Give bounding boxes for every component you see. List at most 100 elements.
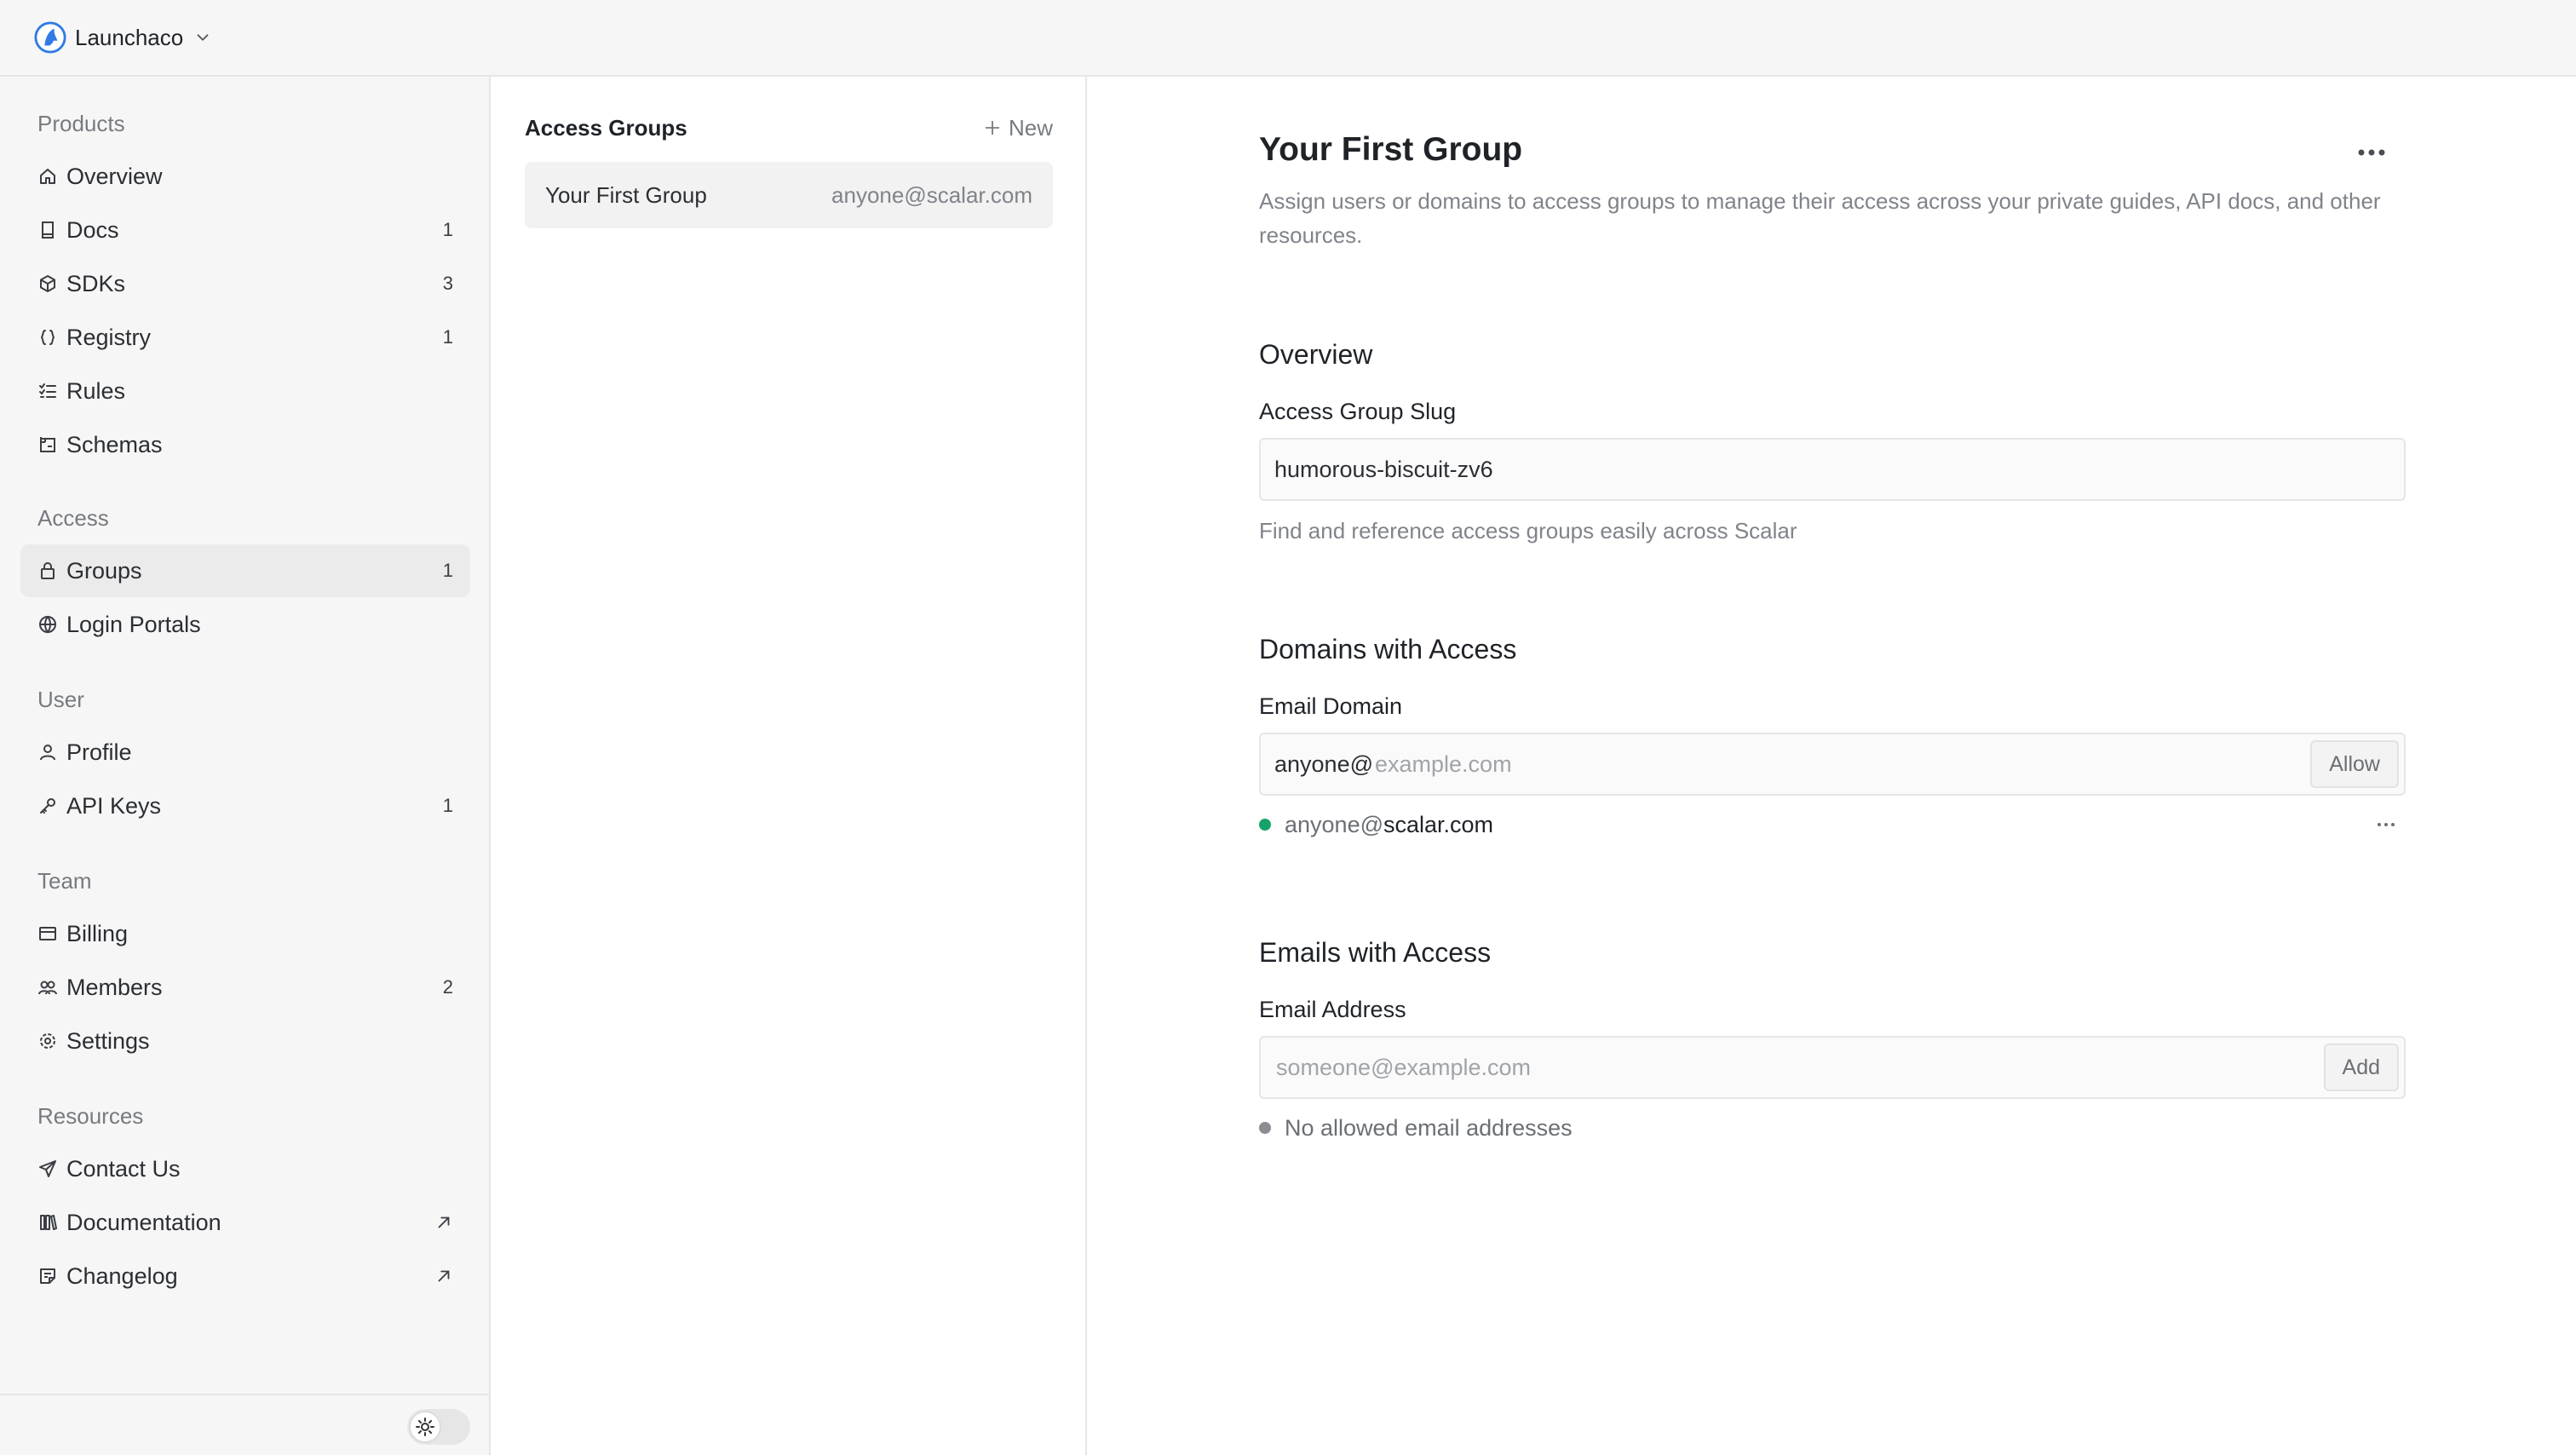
email-address-input[interactable]	[1274, 1038, 2324, 1097]
top-bar: Launchaco	[0, 0, 2576, 77]
group-email: anyone@scalar.com	[831, 181, 1032, 208]
schema-icon	[40, 437, 55, 452]
plus-icon	[985, 120, 1000, 135]
chevron-down-icon	[197, 34, 209, 41]
section-title-team: Team	[37, 868, 92, 894]
status-dot	[1259, 819, 1271, 831]
theme-toggle-knob	[409, 1411, 441, 1443]
sidebar-item-count: 2	[442, 976, 453, 998]
external-link-icon	[438, 1216, 450, 1228]
section-title-access: Access	[37, 505, 109, 531]
sidebar-item-docs[interactable]: Docs 1	[20, 204, 470, 256]
sidebar-item-label: Documentation	[66, 1209, 221, 1235]
theme-toggle[interactable]	[407, 1409, 470, 1445]
domains-heading: Domains with Access	[1259, 634, 1517, 664]
sidebar-item-changelog[interactable]: Changelog	[20, 1250, 470, 1303]
allow-button[interactable]: Allow	[2310, 740, 2399, 788]
gear-icon	[40, 1033, 55, 1049]
sidebar-item-label: Rules	[66, 377, 126, 404]
sidebar-item-login-portals[interactable]: Login Portals	[20, 598, 470, 651]
section-title-products: Products	[37, 111, 125, 136]
sidebar-item-schemas[interactable]: Schemas	[20, 418, 470, 471]
sidebar-item-count: 1	[442, 326, 453, 348]
email-domain-label: Email Domain	[1259, 693, 1403, 719]
users-icon	[38, 981, 57, 995]
note-icon	[40, 1268, 55, 1284]
email-address-label: Email Address	[1259, 997, 1406, 1022]
slug-value: humorous-biscuit-zv6	[1274, 456, 1493, 482]
lock-icon	[41, 562, 55, 579]
globe-icon	[39, 616, 56, 634]
sidebar: Products Overview Docs 1 SDKs 3 Registry…	[0, 77, 491, 1455]
sidebar-item-label: Registry	[66, 324, 152, 350]
sidebar-item-sdks[interactable]: SDKs 3	[20, 257, 470, 310]
package-icon	[40, 275, 55, 292]
access-groups-panel: Access Groups New Your First Group anyon…	[491, 77, 1087, 1455]
sidebar-item-label: API Keys	[66, 792, 162, 819]
sidebar-item-overview[interactable]: Overview	[20, 150, 470, 203]
slug-label: Access Group Slug	[1259, 399, 1457, 424]
sidebar-footer	[0, 1394, 489, 1455]
emails-empty-state: No allowed email addresses	[1259, 1111, 2406, 1145]
sidebar-item-label: Settings	[66, 1027, 150, 1054]
sidebar-item-contact-us[interactable]: Contact Us	[20, 1142, 470, 1195]
new-group-label: New	[1008, 114, 1053, 141]
sidebar-item-label: Profile	[66, 739, 132, 765]
domain-entry-prefix: anyone@	[1285, 811, 1383, 837]
domain-list-item: anyone@ scalar.com	[1259, 808, 2406, 842]
list-check-icon	[39, 383, 56, 398]
sidebar-item-billing[interactable]: Billing	[20, 907, 470, 960]
org-name: Launchaco	[75, 24, 184, 50]
email-domain-field: anyone@ Allow	[1259, 733, 2406, 796]
launchaco-logo-icon	[34, 21, 66, 54]
emails-heading: Emails with Access	[1259, 937, 1492, 968]
sidebar-item-count: 1	[442, 219, 453, 240]
group-list-item[interactable]: Your First Group anyone@scalar.com	[525, 162, 1053, 228]
sidebar-item-label: Changelog	[66, 1262, 178, 1289]
sidebar-item-members[interactable]: Members 2	[20, 961, 470, 1014]
sidebar-item-documentation[interactable]: Documentation	[20, 1196, 470, 1249]
overview-heading: Overview	[1259, 339, 1373, 370]
section-title-resources: Resources	[37, 1103, 144, 1129]
sidebar-item-label: Docs	[66, 216, 119, 243]
section-title-user: User	[37, 687, 84, 712]
sidebar-item-count: 1	[442, 795, 453, 816]
sidebar-item-label: SDKs	[66, 270, 126, 296]
email-address-field: Add	[1259, 1036, 2406, 1099]
org-switcher[interactable]: Launchaco	[34, 21, 212, 54]
external-link-icon	[438, 1270, 450, 1282]
sidebar-item-count: 3	[442, 273, 453, 294]
domain-more-options-icon[interactable]	[2373, 816, 2399, 833]
emails-empty-text: No allowed email addresses	[1285, 1114, 1573, 1141]
sidebar-item-api-keys[interactable]: API Keys 1	[20, 779, 470, 832]
send-icon	[39, 1160, 56, 1177]
sidebar-item-count: 1	[442, 560, 453, 581]
slug-field[interactable]: humorous-biscuit-zv6	[1259, 438, 2406, 501]
sidebar-item-rules[interactable]: Rules	[20, 365, 470, 417]
access-groups-title: Access Groups	[525, 114, 687, 141]
access-groups-header: Access Groups New	[525, 112, 1053, 143]
library-icon	[40, 1215, 57, 1230]
sidebar-item-label: Billing	[66, 920, 129, 946]
home-icon	[40, 169, 55, 184]
sidebar-item-registry[interactable]: Registry 1	[20, 311, 470, 364]
email-domain-input[interactable]	[1373, 734, 2311, 794]
status-dot	[1259, 1122, 1271, 1134]
sidebar-item-label: Login Portals	[66, 611, 201, 637]
sidebar-item-label: Contact Us	[66, 1155, 181, 1182]
sidebar-item-label: Overview	[66, 163, 163, 189]
sidebar-item-settings[interactable]: Settings	[20, 1015, 470, 1067]
slug-hint: Find and reference access groups easily …	[1259, 518, 1797, 543]
page-title: Your First Group	[1259, 131, 1523, 168]
add-email-button[interactable]: Add	[2323, 1044, 2399, 1091]
sidebar-item-profile[interactable]: Profile	[20, 726, 470, 779]
new-group-button[interactable]: New	[983, 115, 1053, 141]
sidebar-item-label: Schemas	[66, 431, 163, 457]
sun-icon	[416, 1418, 434, 1436]
group-name: Your First Group	[545, 181, 707, 208]
more-options-icon[interactable]	[2355, 140, 2389, 165]
key-icon	[40, 798, 55, 814]
sidebar-item-groups[interactable]: Groups 1	[20, 544, 470, 597]
domain-entry-domain: scalar.com	[1383, 811, 1494, 837]
sidebar-item-label: Groups	[66, 557, 142, 584]
